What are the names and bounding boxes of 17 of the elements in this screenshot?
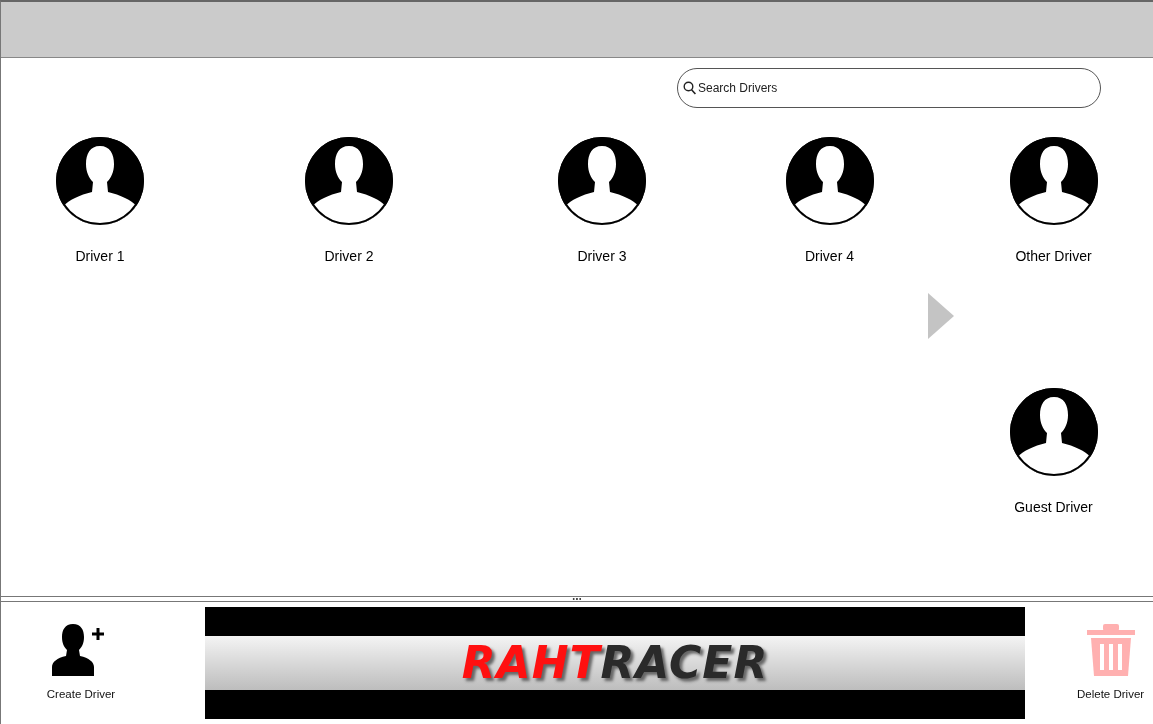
logo-text: RAHTRACER xyxy=(461,641,769,685)
create-driver-button[interactable]: Create Driver xyxy=(46,622,116,704)
driver-tile[interactable]: Driver 2 xyxy=(304,136,394,267)
avatar-icon xyxy=(304,136,394,226)
avatar-icon xyxy=(1008,387,1099,477)
avatar-icon xyxy=(784,136,875,226)
avatar-icon xyxy=(55,136,145,226)
driver-tile[interactable]: Driver 4 xyxy=(784,136,875,267)
trash-icon xyxy=(1084,622,1137,679)
avatar-icon xyxy=(557,136,647,226)
driver-tile[interactable]: Guest Driver xyxy=(1008,387,1099,518)
search-icon xyxy=(683,81,696,95)
search-field[interactable]: Search Drivers xyxy=(677,68,1101,108)
driver-tile[interactable]: Driver 1 xyxy=(55,136,145,267)
driver-tile[interactable]: Other Driver xyxy=(1008,136,1099,267)
avatar-icon xyxy=(1008,136,1099,226)
driver-tile[interactable]: Driver 3 xyxy=(557,136,647,267)
